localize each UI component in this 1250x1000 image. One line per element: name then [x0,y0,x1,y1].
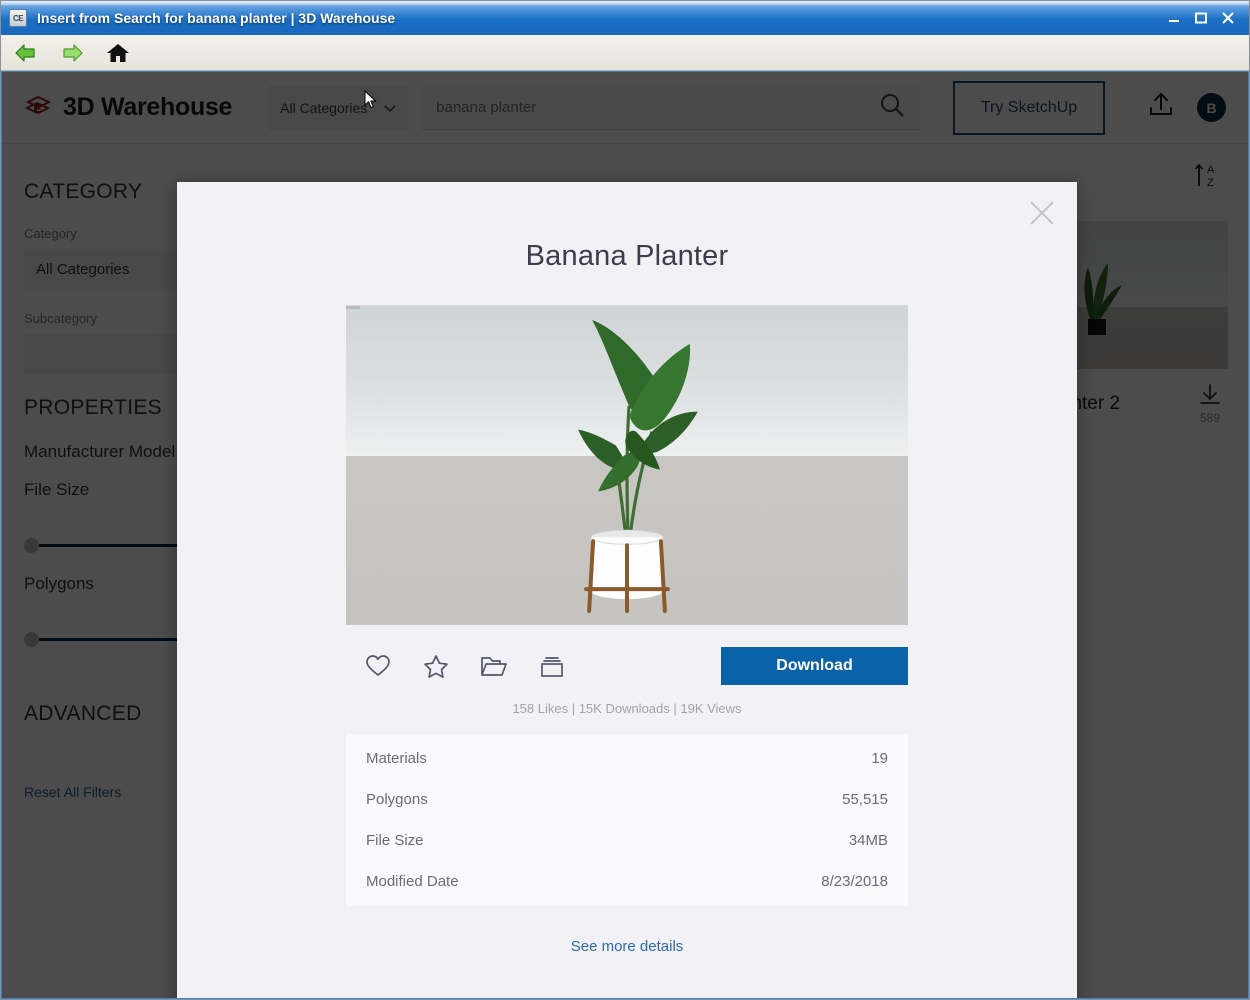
title-bar: CE Insert from Search for banana planter… [1,1,1249,35]
detail-value: 8/23/2018 [821,873,888,890]
table-row: Materials 19 [366,738,888,779]
table-row: Modified Date 8/23/2018 [366,861,888,902]
model-action-icons [346,652,566,680]
folder-icon[interactable] [480,652,508,680]
browser-viewport: 3D Warehouse All Categories banana plant… [1,71,1249,999]
table-row: File Size 34MB [366,820,888,861]
model-preview-image[interactable] [346,305,908,625]
banana-plant-illustration [578,319,698,614]
mouse-cursor [364,89,378,110]
see-more-details-link[interactable]: See more details [346,938,908,955]
detail-label: Polygons [366,791,428,808]
star-icon[interactable] [422,652,450,680]
detail-value: 55,515 [842,791,888,808]
model-detail-table: Materials 19 Polygons 55,515 File Size 3… [346,734,908,906]
detail-label: Materials [366,750,427,767]
collection-icon[interactable] [538,652,566,680]
detail-value: 34MB [848,832,888,849]
model-actions: Download [346,647,908,685]
navigation-toolbar [1,35,1249,71]
home-icon[interactable] [105,40,131,66]
detail-label: File Size [366,832,424,849]
modal-title: Banana Planter [525,240,729,272]
forward-arrow-icon[interactable] [59,40,85,66]
minimize-icon[interactable] [1161,7,1187,29]
table-row: Polygons 55,515 [366,779,888,820]
heart-icon[interactable] [364,652,392,680]
application-window: CE Insert from Search for banana planter… [0,0,1250,1000]
model-stats: 158 Likes | 15K Downloads | 19K Views [512,701,742,716]
window-title: Insert from Search for banana planter | … [37,10,396,26]
window-controls [1161,7,1241,29]
modal-close-icon[interactable] [1025,196,1059,230]
close-icon[interactable] [1215,7,1241,29]
model-detail-modal: Banana Planter Download 158 Likes | 15K … [177,182,1077,998]
app-icon: CE [9,9,27,27]
detail-label: Modified Date [366,873,459,890]
maximize-icon[interactable] [1188,7,1214,29]
detail-value: 19 [871,750,888,767]
download-button[interactable]: Download [721,647,908,685]
back-arrow-icon[interactable] [13,40,39,66]
